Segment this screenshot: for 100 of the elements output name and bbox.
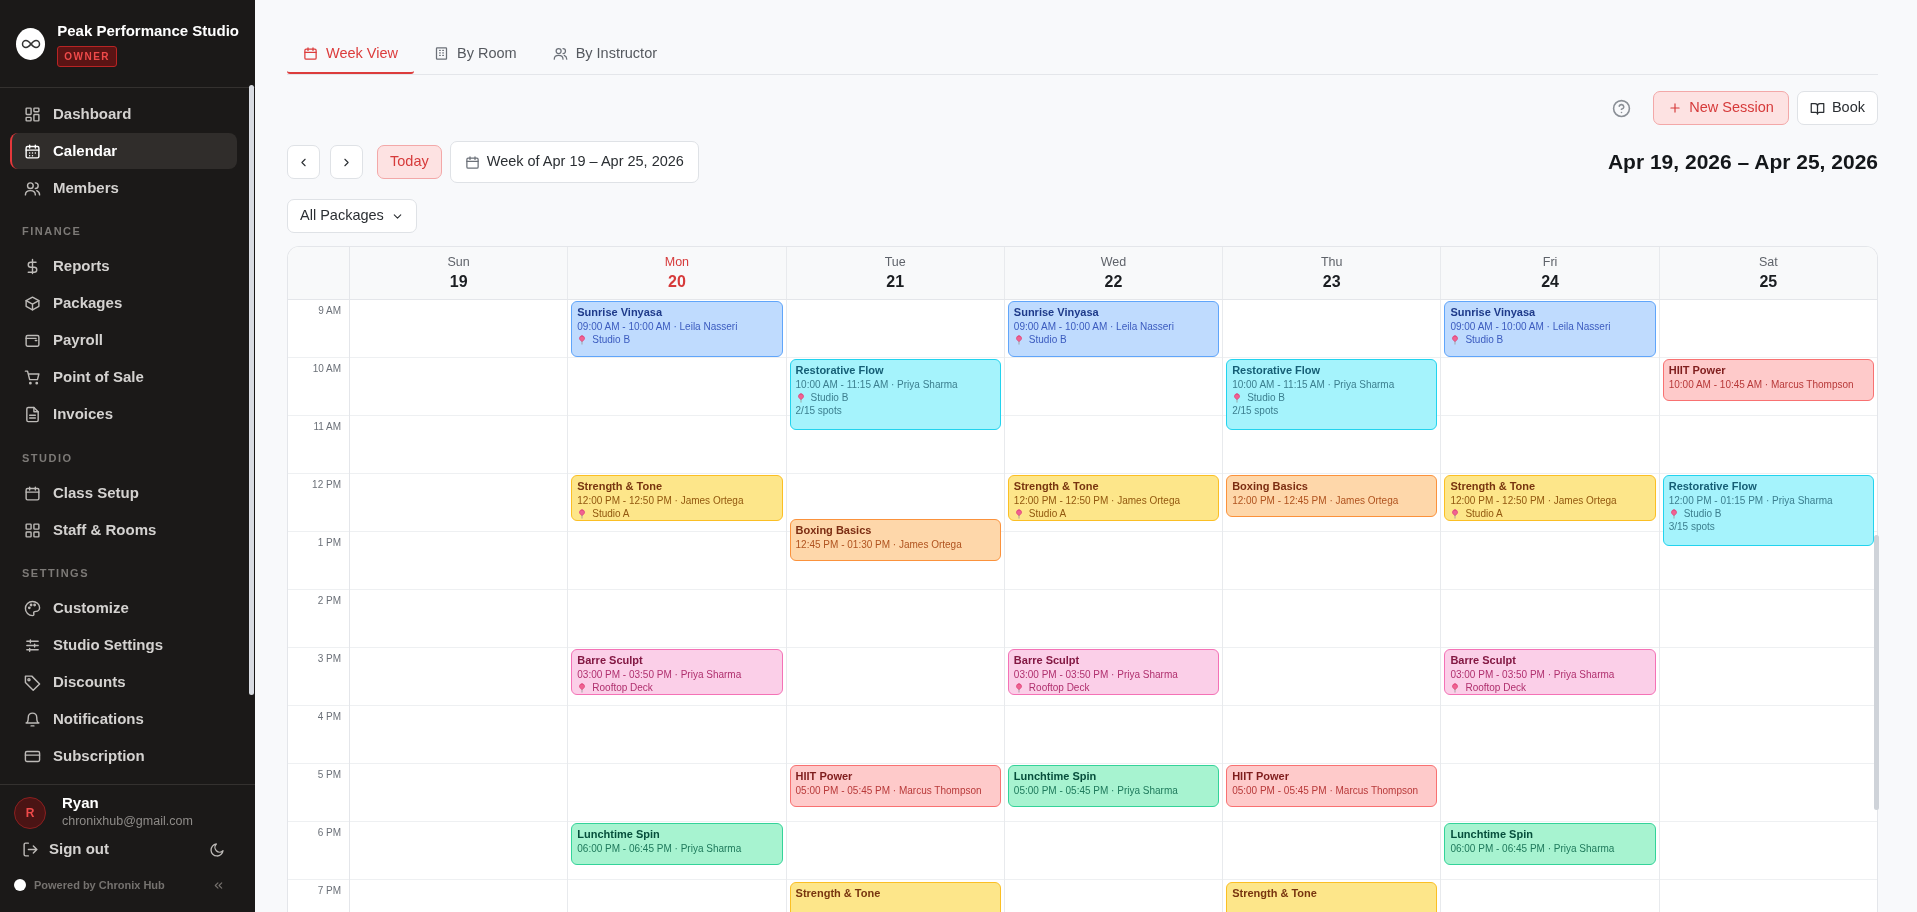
sidebar-item[interactable]: Packages — [10, 285, 237, 322]
event-time: 03:00 PM - 03:50 PM · Priya Sharma — [577, 669, 743, 680]
sidebar-item[interactable]: Class Setup — [10, 475, 237, 511]
event-card[interactable]: Boxing Basics 12:00 PM - 12:45 PM · James Ortega — [1226, 475, 1438, 517]
day-name: Sun — [446, 254, 471, 271]
day-name: Fri — [1541, 254, 1559, 271]
sidebar-item[interactable]: Studio Settings — [10, 627, 237, 664]
event-title: Barre Sculpt — [1450, 654, 1517, 667]
plus-icon — [1668, 101, 1683, 115]
scrollbar[interactable] — [249, 85, 254, 695]
event-card[interactable]: Restorative Flow 12:00 PM - 01:15 PM · Priya Sharma Studio B 3/15 spots — [1662, 475, 1874, 546]
hour-label: 5 PM — [317, 769, 341, 780]
grid-icon — [24, 521, 41, 539]
sidebar-item[interactable]: Members — [10, 170, 237, 206]
event-title: Strength & Tone — [577, 480, 663, 493]
sidebar-item[interactable]: Discounts — [10, 664, 237, 701]
event-title: Sunrise Vinyasa — [1450, 306, 1537, 319]
sidebar-item[interactable]: Calendar — [10, 133, 237, 169]
event-title: Lunchtime Spin — [1450, 828, 1534, 841]
event-card[interactable]: Barre Sculpt 03:00 PM - 03:50 PM · Priya Sharma Rooftop Deck — [1444, 649, 1656, 695]
pin-icon — [1450, 682, 1461, 693]
sidebar-item[interactable]: Customize — [10, 590, 237, 627]
new-session-button[interactable]: New Session — [1653, 91, 1789, 125]
event-card[interactable]: Strength & Tone 12:00 PM - 12:50 PM · James Ortega Studio A — [571, 475, 783, 521]
section-heading: STUDIO — [21, 450, 74, 466]
hour-label: 7 PM — [317, 885, 341, 896]
bell-icon — [24, 711, 41, 728]
help-icon[interactable] — [1612, 98, 1632, 118]
event-card[interactable]: Strength & Tone — [1226, 882, 1438, 912]
event-title: Lunchtime Spin — [1013, 770, 1098, 783]
previous-button[interactable] — [287, 145, 320, 179]
logo-icon — [14, 879, 26, 891]
building-icon — [434, 46, 449, 61]
book-button[interactable]: Book — [1796, 91, 1878, 125]
event-title: HIIT Power — [1232, 770, 1290, 783]
tab[interactable]: By Room — [418, 35, 533, 74]
moon-icon[interactable] — [209, 841, 225, 858]
hour-label: 12 PM — [312, 479, 341, 490]
today-button[interactable]: Today — [377, 145, 442, 179]
sidebar-item[interactable]: Invoices — [10, 396, 237, 433]
event-room: Studio B — [592, 334, 631, 345]
day-date: 25 — [1758, 271, 1779, 291]
grid-icon — [24, 105, 41, 123]
pin-icon — [1013, 334, 1024, 345]
event-room: Studio A — [1028, 508, 1067, 519]
sign-out-button[interactable]: Sign out — [22, 838, 109, 861]
event-time: 05:00 PM - 05:45 PM · Marcus Thompson — [795, 785, 983, 796]
card-icon — [24, 748, 41, 765]
event-time: 12:00 PM - 01:15 PM · Priya Sharma — [1668, 495, 1834, 506]
event-card[interactable]: Sunrise Vinyasa 09:00 AM - 10:00 AM · Leila Nasseri Studio B — [1444, 301, 1656, 357]
pin-icon — [1450, 334, 1461, 345]
event-card[interactable]: Sunrise Vinyasa 09:00 AM - 10:00 AM · Leila Nasseri Studio B — [571, 301, 783, 357]
next-button[interactable] — [330, 145, 363, 179]
event-card[interactable]: Strength & Tone 12:00 PM - 12:50 PM · James Ortega Studio A — [1007, 475, 1220, 521]
event-card[interactable]: Barre Sculpt 03:00 PM - 03:50 PM · Priya Sharma Rooftop Deck — [1007, 649, 1220, 695]
avatar: R — [14, 796, 46, 829]
event-card[interactable]: Lunchtime Spin 05:00 PM - 05:45 PM · Priya Sharma — [1007, 765, 1220, 807]
event-card[interactable]: Restorative Flow 10:00 AM - 11:15 AM · Priya Sharma Studio B 2/15 spots — [789, 359, 1001, 430]
pin-icon — [1450, 508, 1461, 519]
sidebar-item[interactable]: Staff & Rooms — [10, 512, 237, 548]
packages-dropdown[interactable]: All Packages — [287, 199, 417, 233]
hour-label: 1 PM — [317, 537, 341, 548]
event-card[interactable]: Strength & Tone 12:00 PM - 12:50 PM · James Ortega Studio A — [1444, 475, 1656, 521]
event-card[interactable]: Sunrise Vinyasa 09:00 AM - 10:00 AM · Leila Nasseri Studio B — [1007, 301, 1220, 357]
sidebar-item[interactable]: Reports — [10, 248, 237, 285]
event-card[interactable]: HIIT Power 10:00 AM - 10:45 AM · Marcus Thompson — [1662, 359, 1874, 401]
day-date: 22 — [1103, 271, 1124, 291]
powered-by-text: Powered by Chronix Hub — [34, 877, 165, 893]
event-room: Studio B — [1465, 334, 1504, 345]
event-card[interactable]: Lunchtime Spin 06:00 PM - 06:45 PM · Priya Sharma — [571, 823, 783, 865]
sidebar-item[interactable]: Subscription — [10, 738, 237, 775]
pin-icon — [1013, 682, 1024, 693]
event-card[interactable]: Restorative Flow 10:00 AM - 11:15 AM · Priya Sharma Studio B 2/15 spots — [1226, 359, 1438, 430]
tab[interactable]: Week View — [287, 35, 414, 74]
event-card[interactable]: Lunchtime Spin 06:00 PM - 06:45 PM · Priya Sharma — [1444, 823, 1656, 865]
event-card[interactable]: HIIT Power 05:00 PM - 05:45 PM · Marcus Thompson — [1226, 765, 1438, 807]
sidebar-item[interactable]: Point of Sale — [10, 359, 237, 396]
event-card[interactable]: Barre Sculpt 03:00 PM - 03:50 PM · Priya Sharma Rooftop Deck — [571, 649, 783, 695]
event-room: Rooftop Deck — [1465, 682, 1526, 693]
scrollbar[interactable] — [1874, 535, 1879, 810]
sidebar-item[interactable]: Notifications — [10, 701, 237, 738]
day-date: 23 — [1321, 271, 1342, 291]
day-name: Sat — [1757, 254, 1779, 271]
week-picker[interactable]: Week of Apr 19 – Apr 25, 2026 — [449, 141, 699, 183]
event-card[interactable]: Boxing Basics 12:45 PM - 01:30 PM · James Ortega — [789, 519, 1001, 561]
event-room: Studio B — [1683, 508, 1722, 519]
event-time: 09:00 AM - 10:00 AM · Leila Nasseri — [577, 321, 739, 332]
event-time: 09:00 AM - 10:00 AM · Leila Nasseri — [1450, 321, 1612, 332]
sidebar-item[interactable]: Dashboard — [10, 96, 237, 132]
event-card[interactable]: Strength & Tone — [789, 882, 1001, 912]
section-heading: SETTINGS — [21, 566, 90, 581]
document-icon — [24, 406, 41, 423]
tab[interactable]: By Instructor — [536, 35, 674, 74]
event-time: 10:00 AM - 11:15 AM · Priya Sharma — [795, 379, 959, 390]
event-title: Sunrise Vinyasa — [577, 306, 664, 319]
hour-label: 3 PM — [317, 653, 341, 664]
sidebar-item[interactable]: Payroll — [10, 322, 237, 359]
event-title: Restorative Flow — [795, 364, 885, 377]
event-card[interactable]: HIIT Power 05:00 PM - 05:45 PM · Marcus Thompson — [789, 765, 1001, 807]
people-icon — [24, 179, 41, 197]
